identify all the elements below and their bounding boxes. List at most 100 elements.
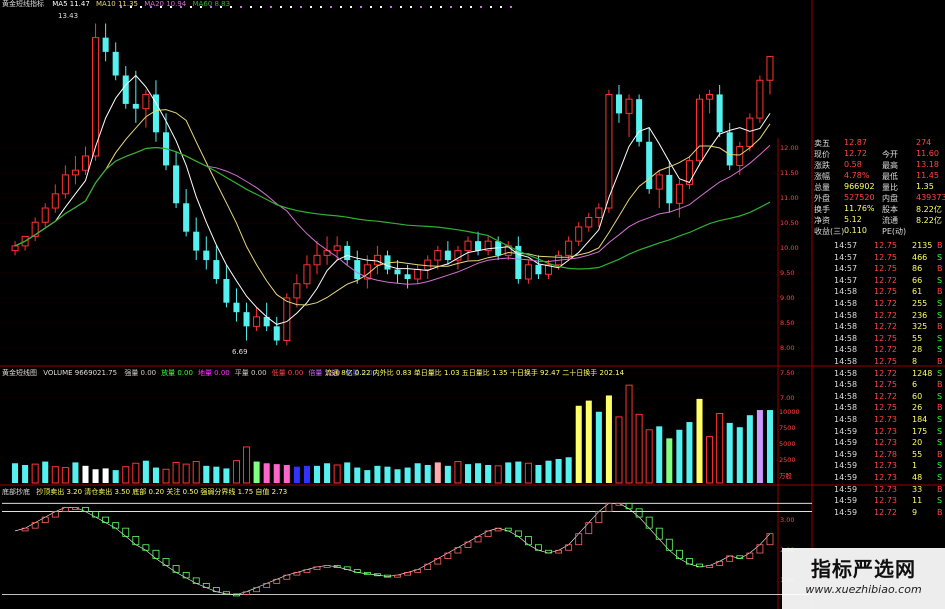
quote-cell: 最低 xyxy=(882,172,898,181)
volume-legend-item: 地量 0.00 xyxy=(197,369,230,377)
tick-row: 14:59 12.78 55 B xyxy=(812,450,945,462)
top-marker-dot xyxy=(430,6,432,8)
volume-bar xyxy=(394,469,401,483)
candle-body xyxy=(716,94,723,133)
tick-cell: B xyxy=(937,322,943,332)
candle-body xyxy=(394,269,401,275)
volume-bar xyxy=(364,470,371,483)
watermark-title: 指标严选网 xyxy=(811,557,916,581)
tick-row: 14:58 12.72 325 B xyxy=(812,322,945,334)
top-marker-dot xyxy=(460,6,462,8)
quote-cell: 8.22亿 xyxy=(916,216,942,225)
candle-body xyxy=(535,264,542,275)
quote-cell: PE(动) xyxy=(882,227,907,236)
tick-cell: S xyxy=(937,391,943,401)
top-marker-dot xyxy=(360,6,362,8)
tick-cell: 12.73 xyxy=(874,415,897,424)
tick-row: 14:59 12.73 33 B xyxy=(812,485,945,497)
watermark-logo: 指标严选网 www.xuezhibiao.com xyxy=(782,548,945,609)
volume-bar xyxy=(152,467,159,483)
top-marker-dot xyxy=(470,6,472,8)
indicator-box xyxy=(706,565,713,568)
tick-row: 14:58 12.72 255 S xyxy=(812,299,945,311)
volume-axis-label: 7500 xyxy=(779,424,796,432)
tick-cell: 12.72 xyxy=(874,507,897,517)
volume-axis-label: 万股 xyxy=(779,472,793,480)
tick-row: 14:58 12.75 26 B xyxy=(812,403,945,415)
volume-bar xyxy=(142,460,149,483)
quote-panel: 卖五 12.87 274 现价 12.72 今开 11.60 涨跌 0.58 最高 13.18 涨幅 4… xyxy=(812,138,945,517)
high-marker: 13.43 xyxy=(58,12,79,20)
tick-cell: B xyxy=(937,357,943,366)
indicator-box xyxy=(655,527,663,540)
top-marker-dot xyxy=(280,6,282,8)
tick-cell: 14:58 xyxy=(834,287,858,297)
volume-bar xyxy=(223,468,230,483)
tick-cell: 14:57 xyxy=(834,275,858,285)
tick-cell: S xyxy=(937,333,943,343)
volume-bar xyxy=(354,467,361,483)
volume-bar xyxy=(273,464,280,483)
volume-bar xyxy=(82,465,89,483)
quote-cell: 外盘 xyxy=(814,194,830,203)
candle-body xyxy=(585,216,593,228)
tick-cell: S xyxy=(937,438,943,448)
candle-body xyxy=(243,312,250,327)
volume-bar xyxy=(505,462,512,483)
tick-cell: S xyxy=(937,299,943,308)
quote-cell: 11.76% xyxy=(844,204,875,213)
tick-cell: 12.72 xyxy=(874,368,897,378)
top-marker-dot xyxy=(320,6,322,8)
tick-cell: 26 xyxy=(912,403,923,413)
tick-cell: 2135 xyxy=(912,241,933,250)
candle-body xyxy=(424,259,432,271)
ma20-line xyxy=(14,144,771,285)
quote-cell: 12.72 xyxy=(844,149,867,158)
tick-cell: 6 xyxy=(912,380,918,390)
indicator-title: 底部抄底 xyxy=(2,488,30,496)
tick-cell: 8 xyxy=(912,357,918,366)
tick-cell: 48 xyxy=(912,473,923,482)
tick-cell: 12.72 xyxy=(874,391,897,401)
quote-cell: 966902 xyxy=(844,182,875,191)
volume-bar xyxy=(243,446,251,484)
volume-bar xyxy=(72,462,79,483)
top-marker-dot xyxy=(310,6,312,8)
top-marker-dot xyxy=(480,6,482,8)
top-marker-dot xyxy=(230,6,232,8)
candlestick-chart[interactable] xyxy=(11,23,774,346)
indicator-box xyxy=(122,527,130,537)
indicator-box xyxy=(132,536,140,546)
tick-cell: 14:57 xyxy=(834,264,858,274)
volume-bar xyxy=(324,463,331,483)
volume-bar xyxy=(645,429,653,484)
tick-cell: 14:58 xyxy=(834,415,858,424)
volume-bar xyxy=(565,457,572,483)
tick-cell: S xyxy=(937,345,943,355)
volume-legend-item: 低量 0.00 xyxy=(271,369,304,377)
volume-bar xyxy=(192,461,200,484)
quote-cell: 量比 xyxy=(882,183,898,192)
indicator-params: 抄顶卖出 3.20 清仓卖出 3.50 底部 0.20 关注 0.50 强弱分界… xyxy=(36,488,288,496)
candle-body xyxy=(213,260,220,280)
volume-bar xyxy=(42,461,49,483)
tick-cell: 14:58 xyxy=(834,391,858,401)
tick-cell: 236 xyxy=(912,310,928,320)
candle-body xyxy=(253,316,261,327)
volume-bar xyxy=(524,462,532,484)
volume-chart[interactable] xyxy=(12,384,773,484)
volume-bar xyxy=(61,467,69,484)
volume-header: 黄金短线图 VOLUME 9669021.75 强量 0.00 放量 0.00 地量… xyxy=(2,369,377,378)
indicator-chart[interactable] xyxy=(2,502,812,597)
quote-cell: 现价 xyxy=(814,150,830,159)
tick-cell: 60 xyxy=(912,391,923,401)
volume-total: VOLUME 9669021.75 xyxy=(43,369,118,377)
quote-cell: 1.35 xyxy=(916,182,934,191)
ma5-line xyxy=(14,74,771,325)
chart-stage[interactable]: 12.00 11.50 11.00 10.50 10.00 9.50 9.00 8.50 8.0… xyxy=(0,0,945,609)
quote-cell: 换手 xyxy=(814,205,830,214)
indicator-box xyxy=(162,558,170,566)
quote-cell: 0.58 xyxy=(844,160,862,169)
tick-cell: 466 xyxy=(912,252,928,262)
tick-cell: 14:58 xyxy=(834,299,858,308)
